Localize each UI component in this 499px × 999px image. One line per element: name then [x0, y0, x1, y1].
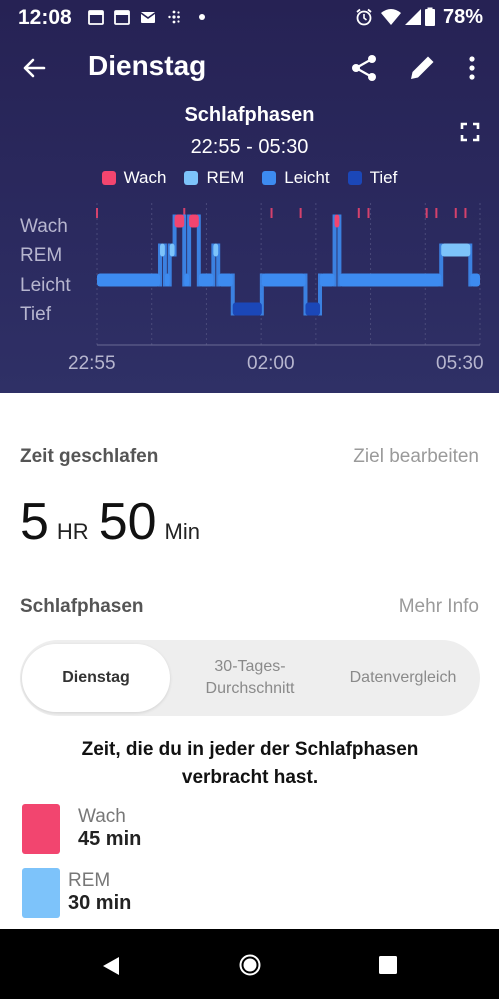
wake-tick [435, 208, 438, 218]
nav-home-icon[interactable] [238, 953, 262, 977]
legend-item-tief: Tief [347, 168, 398, 188]
mail-icon [140, 12, 156, 23]
legend-swatch-rem [184, 171, 199, 185]
sleep-hours: 5 [20, 493, 49, 551]
legend-swatch-leicht [262, 171, 277, 185]
wake-tick [454, 208, 457, 218]
edit-pencil-icon[interactable] [404, 50, 440, 86]
wake-tick [270, 208, 273, 218]
x-axis-tick: 02:00 [247, 353, 295, 374]
sleep-chart-header: 12:08 78% Dienstag Schlafphasen 22:55 - … [0, 0, 499, 393]
system-nav-bar [0, 929, 499, 999]
phases-description: Zeit, die du in jeder der Schlafphasen v… [81, 739, 419, 788]
segment-dienstag[interactable]: Dienstag [22, 644, 170, 712]
status-bar: 12:08 78% [0, 0, 499, 36]
alarm-icon [356, 8, 372, 26]
sleep-segment-wach [174, 214, 185, 228]
segment-30-day-average[interactable]: 30-Tages- Durchschnitt [180, 644, 320, 712]
calendar-icon [88, 10, 104, 25]
legend-label: Leicht [284, 168, 330, 187]
nav-back-icon[interactable] [100, 955, 122, 977]
signal-icon [405, 9, 421, 25]
sleep-segment-rem [213, 243, 219, 257]
share-icon[interactable] [346, 50, 382, 86]
sleep-segment-rem [441, 243, 471, 257]
wake-tick [299, 208, 302, 218]
wake-tick [464, 208, 467, 218]
sleep-segment-leicht [261, 273, 306, 287]
sleep-minutes: 50 [98, 493, 157, 551]
wake-tick [425, 208, 428, 218]
back-arrow-icon[interactable] [14, 48, 54, 88]
x-axis-tick: 05:30 [436, 353, 484, 374]
wifi-icon [381, 9, 401, 25]
legend-label: REM [206, 168, 245, 187]
stage-value: 45 min [78, 828, 142, 850]
sleep-stages-chart[interactable] [0, 195, 499, 350]
sleep-segment-leicht [320, 273, 335, 287]
fitbit-icon [168, 10, 180, 24]
app-bar: Dienstag [0, 40, 499, 96]
legend-item-leicht: Leicht [262, 168, 330, 188]
stage-name: REM [68, 870, 111, 891]
legend-label: Wach [123, 168, 167, 187]
sleep-segment-leicht [184, 273, 190, 287]
sleep-segment-tief [305, 302, 321, 316]
dot-icon [199, 14, 205, 20]
chart-title: Schlafphasen [184, 104, 315, 126]
calendar-icon [114, 10, 130, 25]
sleep-time-label: Zeit geschlafen [20, 446, 159, 467]
sleep-segment-leicht [97, 273, 161, 287]
stage-name: Wach [78, 806, 126, 827]
segment-data-comparison[interactable]: Datenvergleich [328, 644, 478, 712]
sleep-segment-leicht [470, 273, 480, 287]
x-axis-tick: 22:55 [68, 353, 116, 374]
legend-swatch-tief [347, 171, 362, 185]
nav-recents-icon[interactable] [378, 955, 398, 975]
legend-item-wach: Wach [101, 168, 167, 188]
chart-time-range: 22:55 - 05:30 [190, 136, 309, 158]
legend-label: Tief [369, 168, 398, 187]
battery-level: 78% [442, 6, 483, 28]
sleep-segment-leicht [198, 273, 214, 287]
fullscreen-icon[interactable] [456, 118, 484, 146]
battery-icon [425, 7, 435, 26]
legend-item-rem: REM [184, 168, 244, 188]
stage-row-rem: REM 30 min [22, 868, 222, 918]
page-title: Dienstag [88, 50, 207, 81]
wake-tick [367, 208, 370, 218]
sleep-minutes-unit: Min [164, 519, 200, 544]
sleep-segment-tief [232, 302, 262, 316]
sleep-duration: 5 HR 50 Min [20, 492, 210, 552]
stage-value: 30 min [68, 892, 132, 914]
legend-swatch-wach [101, 171, 116, 185]
stage-row-wach: Wach 45 min [22, 804, 222, 854]
sleep-segment-leicht [164, 273, 170, 287]
sleep-segment-wach [334, 214, 340, 228]
wake-tick [357, 208, 360, 218]
sleep-hours-unit: HR [56, 519, 89, 544]
sleep-segment-leicht [339, 273, 442, 287]
chart-legend: Wach REM Leicht Tief [0, 168, 499, 188]
more-info-link[interactable]: Mehr Info [399, 596, 479, 618]
status-time: 12:08 [18, 6, 72, 29]
phases-label: Schlafphasen [20, 596, 144, 617]
sleep-segment-rem [169, 243, 175, 257]
sleep-segment-leicht [218, 273, 233, 287]
stage-swatch-rem [22, 868, 60, 918]
sleep-segment-wach [189, 214, 199, 228]
phase-view-selector: Dienstag 30-Tages- Durchschnitt Datenver… [20, 640, 480, 716]
edit-goal-link[interactable]: Ziel bearbeiten [353, 446, 479, 468]
wake-tick [96, 208, 98, 218]
stage-swatch-wach [22, 804, 60, 854]
sleep-segment-rem [160, 243, 165, 257]
more-options-icon[interactable] [458, 50, 486, 86]
